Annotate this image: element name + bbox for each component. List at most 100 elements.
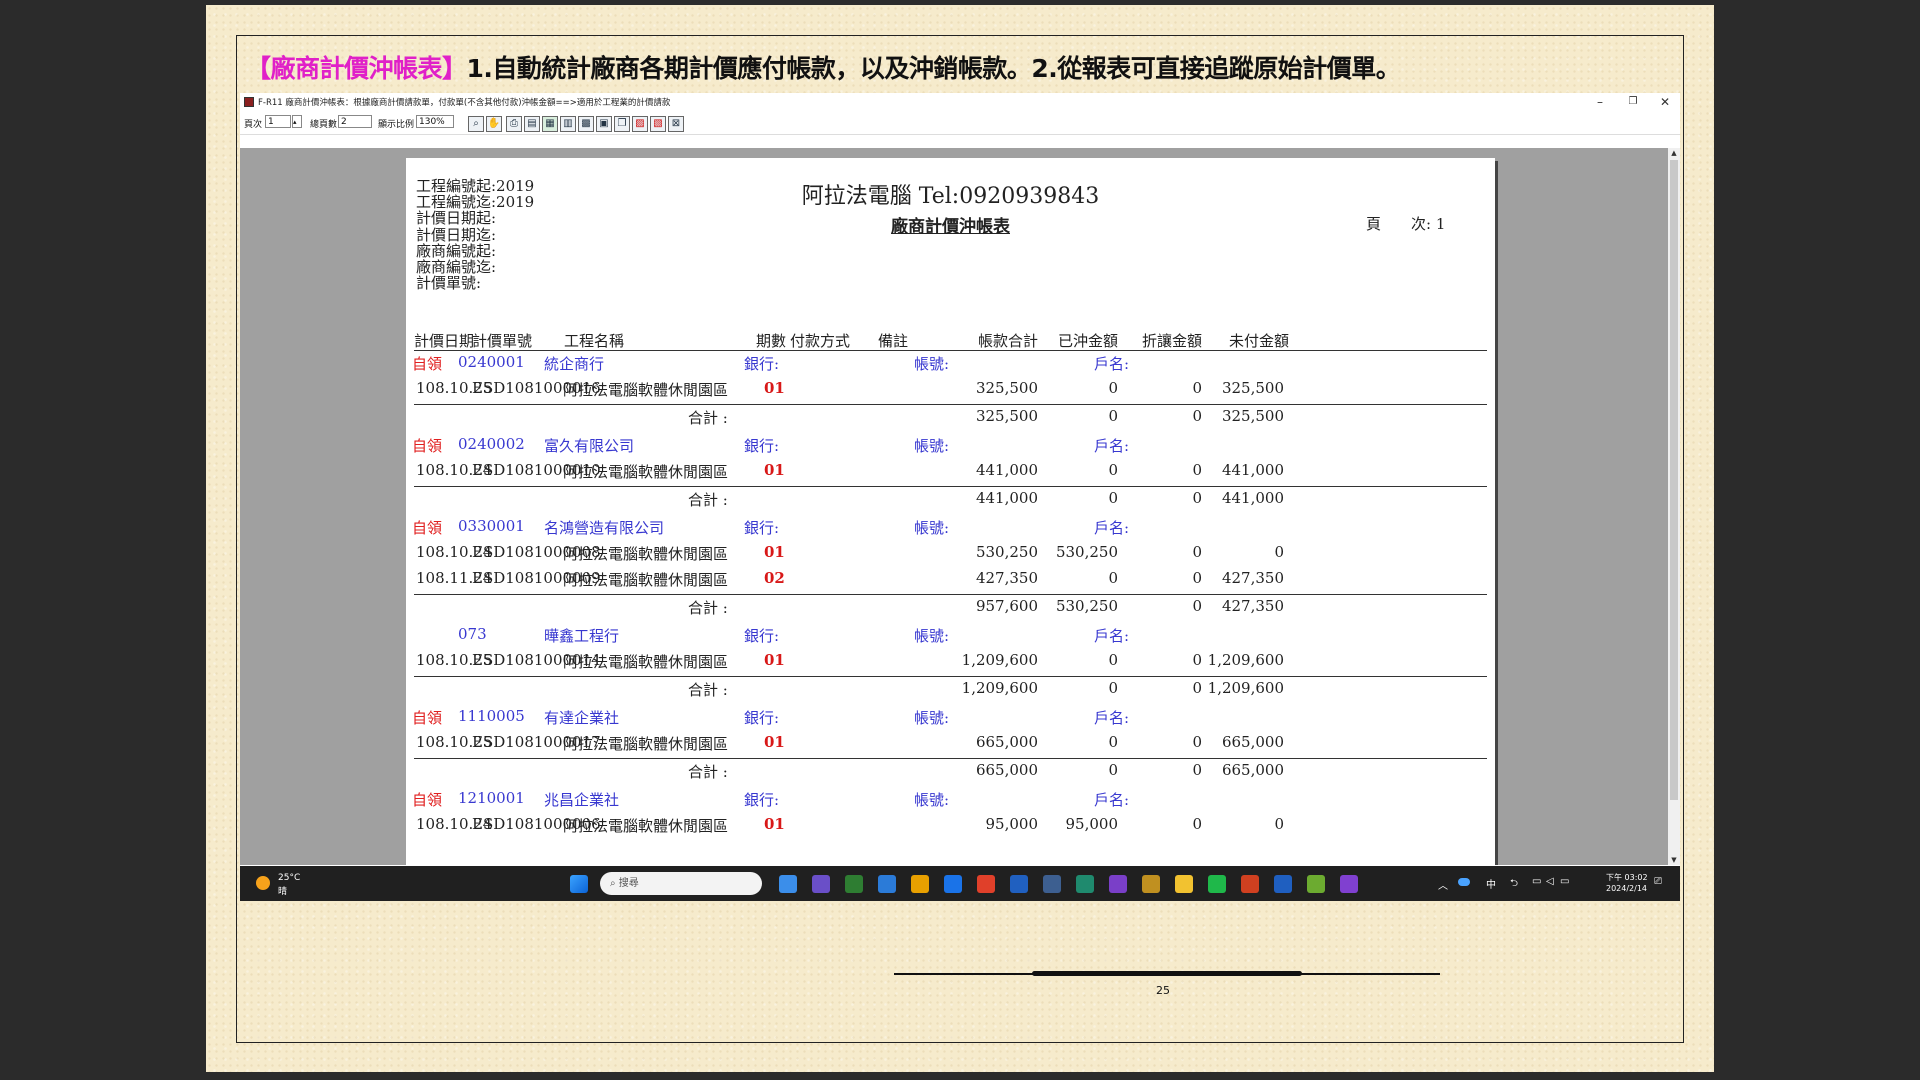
- close-button[interactable]: ✕: [1650, 93, 1680, 111]
- subtotal-rule: [414, 486, 1487, 487]
- line-app-icon[interactable]: [1208, 875, 1226, 893]
- clock-time[interactable]: 下午 03:02: [1606, 872, 1648, 883]
- holder-label: 戶名:: [1094, 791, 1130, 809]
- tools-icon[interactable]: [1142, 875, 1160, 893]
- start-icon[interactable]: [570, 875, 588, 893]
- bank-label: 銀行:: [744, 791, 780, 809]
- code-icon[interactable]: [1010, 875, 1028, 893]
- row-unpaid[interactable]: 1,209,600: [1164, 651, 1284, 669]
- active-app-icon[interactable]: [1340, 875, 1358, 893]
- account-label: 帳號:: [914, 791, 950, 809]
- network-app-icon[interactable]: [1076, 875, 1094, 893]
- row-project[interactable]: 阿拉法電腦軟體休閒園區: [563, 733, 728, 754]
- edge-icon[interactable]: [944, 875, 962, 893]
- window-title: F-R11 廠商計價沖帳表：根據廠商計價請款單，付款單(不含其他付款)沖帳金額=…: [258, 98, 671, 108]
- close-icon[interactable]: ⊠: [668, 116, 684, 132]
- bank-label: 銀行:: [744, 355, 780, 373]
- task-view-icon[interactable]: [779, 875, 797, 893]
- notification-icon[interactable]: ⎚: [1654, 876, 1662, 887]
- row-unpaid[interactable]: 427,350: [1164, 569, 1284, 587]
- row-period[interactable]: 01: [764, 543, 785, 561]
- scroll-up-icon[interactable]: ▲: [1668, 148, 1680, 158]
- battery-icon[interactable]: ▭: [1560, 876, 1569, 887]
- hand-icon[interactable]: ✋: [486, 116, 502, 132]
- row-unpaid[interactable]: 441,000: [1164, 461, 1284, 479]
- vendor-type: 自領: [412, 519, 443, 537]
- slide-page-number: 25: [1156, 984, 1170, 997]
- copy-icon[interactable]: ❐: [614, 116, 630, 132]
- zoom-select[interactable]: 130%: [416, 115, 454, 128]
- row-project[interactable]: 阿拉法電腦軟體休閒園區: [563, 379, 728, 400]
- clock-date[interactable]: 2024/2/14: [1606, 884, 1647, 893]
- export-excel-icon[interactable]: ▦: [542, 116, 558, 132]
- scroll-thumb[interactable]: [1670, 160, 1678, 800]
- row-unpaid[interactable]: 0: [1164, 815, 1284, 833]
- holder-label: 戶名:: [1094, 355, 1130, 373]
- powerpoint-icon[interactable]: [1241, 875, 1259, 893]
- caption-highlight: 【廠商計價沖帳表】: [246, 54, 467, 83]
- minimize-button[interactable]: –: [1585, 93, 1615, 111]
- word-icon[interactable]: [1274, 875, 1292, 893]
- row-period[interactable]: 01: [764, 733, 785, 751]
- export-doc-icon[interactable]: ▣: [596, 116, 612, 132]
- mail-icon[interactable]: [878, 875, 896, 893]
- row-project[interactable]: 阿拉法電腦軟體休閒園區: [563, 543, 728, 564]
- store-icon[interactable]: [911, 875, 929, 893]
- visual-studio-icon[interactable]: [1109, 875, 1127, 893]
- outlook-icon[interactable]: [1043, 875, 1061, 893]
- scroll-down-icon[interactable]: ▼: [1668, 855, 1680, 865]
- onedrive-icon[interactable]: [1458, 878, 1470, 886]
- vendor-code: 1210001: [458, 789, 525, 807]
- chrome-icon[interactable]: [977, 875, 995, 893]
- page-icon[interactable]: ▤: [524, 116, 540, 132]
- column-header: 工程名稱: [564, 332, 625, 350]
- search-icon: ⌕: [610, 878, 616, 889]
- row-unpaid[interactable]: 0: [1164, 543, 1284, 561]
- page-spinner[interactable]: ▴: [292, 115, 302, 128]
- report-preview-window: F-R11 廠商計價沖帳表：根據廠商計價請款單，付款單(不含其他付款)沖帳金額=…: [240, 93, 1680, 901]
- row-period[interactable]: 02: [764, 569, 785, 587]
- row-project[interactable]: 阿拉法電腦軟體休閒園區: [563, 815, 728, 836]
- row-project[interactable]: 阿拉法電腦軟體休閒園區: [563, 651, 728, 672]
- vendor-name: 有達企業社: [544, 709, 620, 727]
- weather-icon[interactable]: [256, 876, 270, 890]
- vertical-scrollbar[interactable]: ▲ ▼: [1668, 148, 1680, 865]
- export-image-icon[interactable]: ▩: [578, 116, 594, 132]
- taskbar-search[interactable]: ⌕ 搜尋: [600, 872, 762, 895]
- row-period[interactable]: 01: [764, 379, 785, 397]
- maximize-button[interactable]: ❐: [1618, 93, 1648, 111]
- network-icon[interactable]: ▭: [1532, 876, 1541, 887]
- account-label: 帳號:: [914, 709, 950, 727]
- ime-indicator[interactable]: 中: [1486, 876, 1496, 891]
- vendor-code: 0330001: [458, 517, 525, 535]
- notepad-icon[interactable]: [845, 875, 863, 893]
- vendor-type: 自領: [412, 709, 443, 727]
- magnifier-icon[interactable]: ⌕: [468, 116, 484, 132]
- file-explorer-icon[interactable]: [1175, 875, 1193, 893]
- export-chart-icon[interactable]: ▧: [650, 116, 666, 132]
- teams-icon[interactable]: [812, 875, 830, 893]
- row-unpaid[interactable]: 325,500: [1164, 379, 1284, 397]
- undo-icon[interactable]: ⮌: [1510, 876, 1518, 893]
- export-pdf-icon[interactable]: ▨: [632, 116, 648, 132]
- row-period[interactable]: 01: [764, 815, 785, 833]
- volume-icon[interactable]: ◁: [1546, 876, 1554, 887]
- page-label: 頁次: [244, 120, 263, 130]
- vendor-name: 兆昌企業社: [544, 791, 620, 809]
- bank-label: 銀行:: [744, 519, 780, 537]
- holder-label: 戶名:: [1094, 627, 1130, 645]
- row-period[interactable]: 01: [764, 651, 785, 669]
- vendor-name: 曄鑫工程行: [544, 627, 620, 645]
- vendor-code: 1110005: [458, 707, 525, 725]
- row-project[interactable]: 阿拉法電腦軟體休閒園區: [563, 569, 728, 590]
- media-icon[interactable]: [1307, 875, 1325, 893]
- row-period[interactable]: 01: [764, 461, 785, 479]
- export-word-icon[interactable]: ▥: [560, 116, 576, 132]
- column-header: 備註: [878, 332, 909, 350]
- page-input[interactable]: 1: [265, 115, 291, 128]
- row-unpaid[interactable]: 665,000: [1164, 733, 1284, 751]
- report-viewport[interactable]: 工程編號起:2019 工程編號迄:2019 計價日期起: 計價日期迄: 廠商編號起: 廠商…: [240, 148, 1668, 865]
- chevron-up-icon[interactable]: ︿: [1438, 877, 1448, 892]
- print-icon[interactable]: ⎙: [506, 116, 522, 132]
- row-project[interactable]: 阿拉法電腦軟體休閒園區: [563, 461, 728, 482]
